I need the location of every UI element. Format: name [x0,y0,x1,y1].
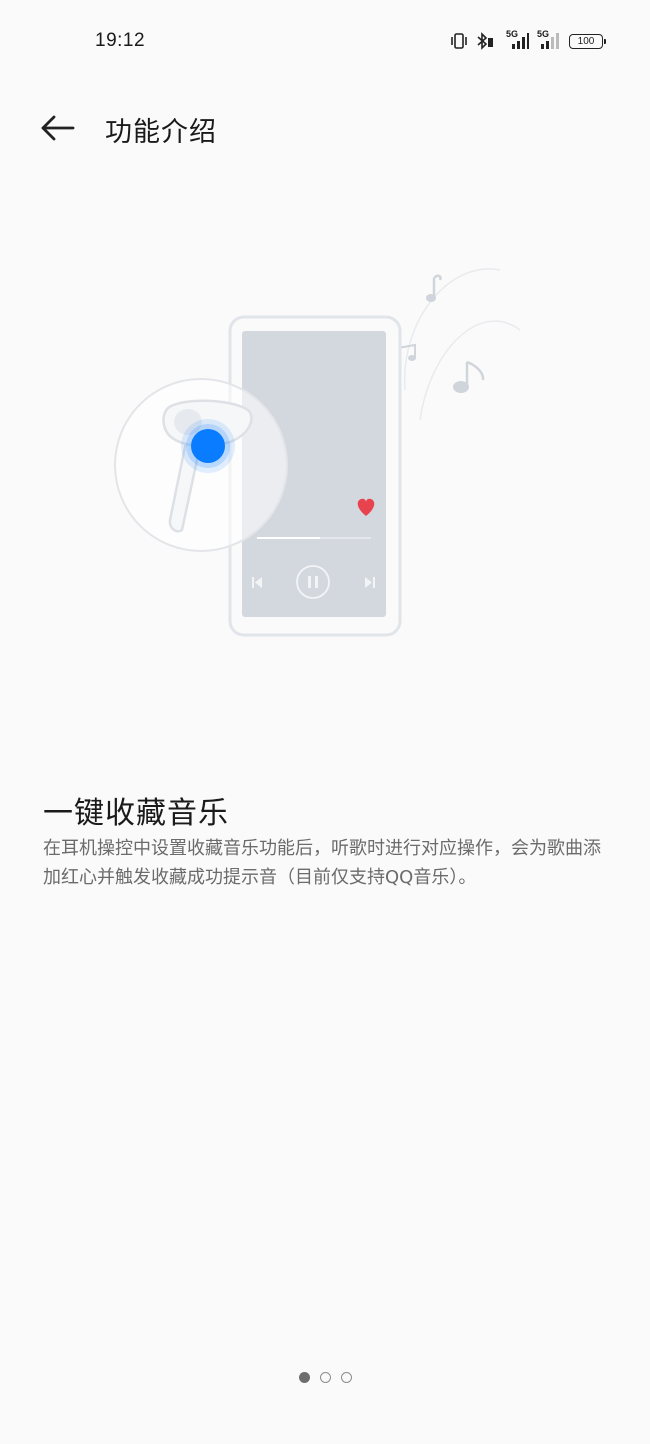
network-label: 5G [537,29,550,39]
page-dot[interactable] [340,1372,352,1383]
feature-illustration [100,250,540,650]
battery-icon: 100 [569,33,606,49]
feature-title: 一键收藏音乐 [43,796,229,831]
back-button[interactable] [34,108,80,148]
app-header: 功能介绍 [0,100,650,156]
status-time: 19:12 [95,30,146,51]
network-label: 5G [506,29,519,39]
earbud-icon [114,378,288,552]
feature-description: 在耳机操控中设置收藏音乐功能后，听歌时进行对应操作，会为歌曲添加红心并触发收藏成… [43,838,601,888]
arrow-left-icon [41,115,75,141]
signal-5g-icon: 5G [503,29,529,50]
page-dot-active[interactable] [298,1372,310,1383]
bluetooth-icon [475,32,495,50]
status-icons: 5G 5G 100 [451,29,606,52]
status-bar: 19:12 5G 5G 100 [0,0,650,82]
signal-5g-icon: 5G [537,29,561,50]
page-title: 功能介绍 [105,117,217,148]
page-indicator [0,1372,650,1383]
page-dot[interactable] [319,1372,331,1383]
vibrate-icon [451,32,467,50]
music-note-icon [391,268,521,421]
